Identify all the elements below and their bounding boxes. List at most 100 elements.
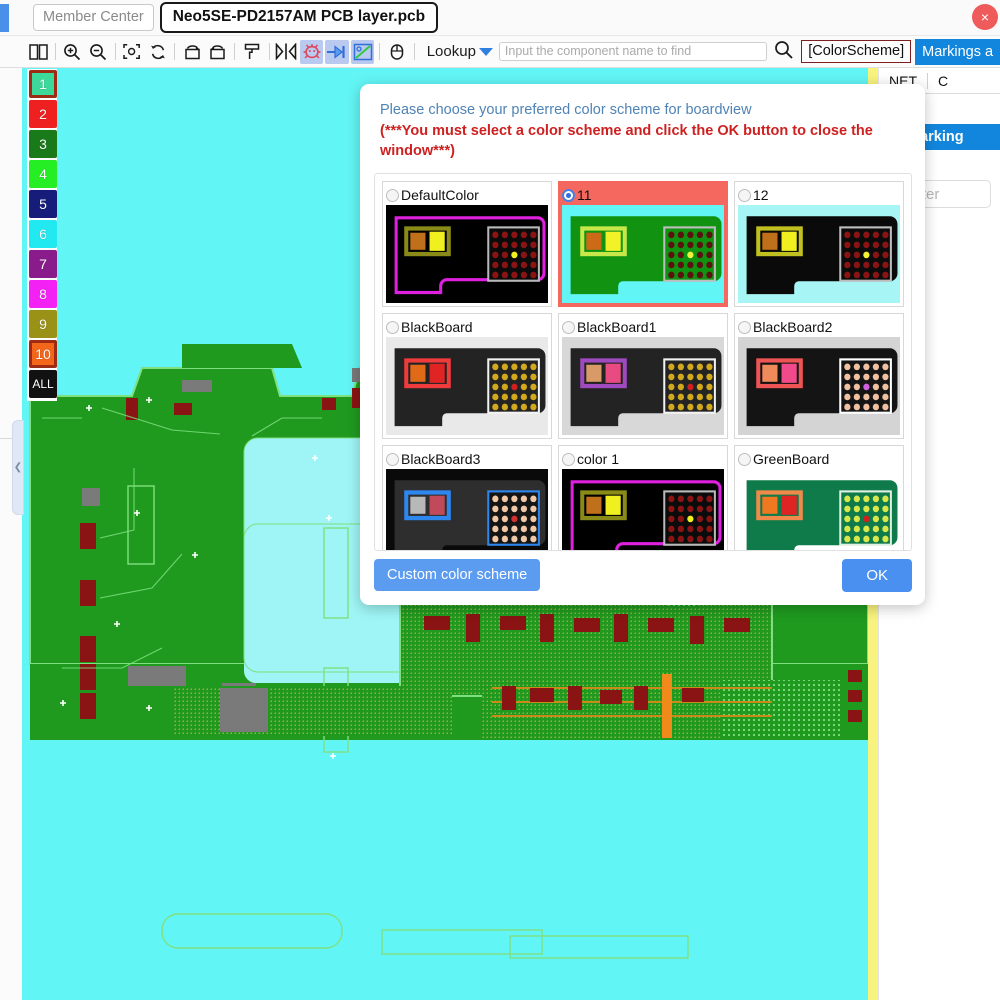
- color-scheme-option-11[interactable]: 11: [558, 181, 728, 308]
- color-scheme-label: BlackBoard1: [577, 319, 657, 336]
- layer-button-all[interactable]: ALL: [29, 370, 57, 398]
- tab-member-center[interactable]: Member Center: [33, 4, 154, 31]
- layer-button-label: 9: [39, 316, 47, 332]
- color-scheme-option-blackboard[interactable]: BlackBoard: [382, 313, 552, 440]
- color-scheme-preview: [738, 469, 900, 550]
- layer-button-label: 6: [39, 226, 47, 242]
- chevron-down-icon[interactable]: [478, 47, 493, 56]
- layer-button-label: 4: [39, 166, 47, 182]
- dialog-footer: Custom color scheme OK: [374, 555, 912, 595]
- mouse-icon[interactable]: [385, 40, 408, 64]
- color-scheme-label: BlackBoard: [401, 319, 473, 336]
- layer-button-label: 8: [39, 286, 47, 302]
- layer-button-7[interactable]: 7: [29, 250, 57, 278]
- zoom-out-icon[interactable]: [86, 40, 109, 64]
- rotate-right-icon[interactable]: [206, 40, 229, 64]
- custom-color-scheme-button[interactable]: Custom color scheme: [374, 559, 541, 591]
- close-icon[interactable]: ×: [972, 4, 998, 30]
- left-gutter: [0, 68, 22, 1000]
- layer-button-label: ALL: [32, 377, 54, 391]
- color-scheme-preview: [562, 205, 724, 304]
- color-scheme-option-blackboard2[interactable]: BlackBoard2: [734, 313, 904, 440]
- dialog-title: Please choose your preferred color schem…: [380, 102, 752, 118]
- toolbar-divider: [234, 43, 236, 60]
- color-scheme-preview: [386, 337, 548, 436]
- layer-button-9[interactable]: 9: [29, 310, 57, 338]
- search-input[interactable]: Input the component name to find: [498, 42, 768, 61]
- radio-button[interactable]: [386, 452, 399, 466]
- measure-icon[interactable]: [350, 39, 375, 64]
- radio-button[interactable]: [386, 188, 399, 202]
- radio-button[interactable]: [562, 452, 575, 466]
- color-scheme-grid: DefaultColor 11 12 BlackBoard BlackBoard1 Bla…: [374, 173, 912, 551]
- color-scheme-label: GreenBoard: [753, 451, 830, 468]
- layer-button-label: 1: [39, 76, 47, 92]
- toolbar-divider: [114, 43, 116, 60]
- color-scheme-option-greenboard[interactable]: GreenBoard: [734, 445, 904, 550]
- fit-to-screen-icon[interactable]: [120, 40, 143, 64]
- color-scheme-preview: [562, 469, 724, 550]
- window-edge-accent: [0, 4, 9, 32]
- tab-active-file[interactable]: Neo5SE-PD2157AM PCB layer.pcb: [159, 2, 439, 33]
- paint-roller-icon[interactable]: [240, 40, 263, 64]
- radio-button[interactable]: [738, 320, 751, 334]
- toolbar-divider: [379, 43, 381, 60]
- layer-button-1[interactable]: 1: [29, 70, 57, 98]
- color-scheme-option-blackboard1[interactable]: BlackBoard1: [558, 313, 728, 440]
- layer-button-label: 5: [39, 196, 47, 212]
- color-scheme-preview: [386, 469, 548, 550]
- radio-button[interactable]: [386, 320, 399, 334]
- zoom-in-icon[interactable]: [61, 40, 84, 64]
- color-scheme-option-12[interactable]: 12: [734, 181, 904, 308]
- toolbar-divider: [268, 43, 270, 60]
- colorscheme-button[interactable]: [ColorScheme]: [801, 40, 912, 63]
- color-scheme-option-defaultcolor[interactable]: DefaultColor: [382, 181, 552, 308]
- layer-toolbar: 1 2 3 4 5 6 7 8 9 10 ALL: [27, 69, 57, 401]
- mirror-flip-icon[interactable]: [275, 40, 298, 64]
- color-scheme-option-color-1[interactable]: color 1: [558, 445, 728, 550]
- color-scheme-label: 12: [753, 187, 769, 203]
- color-scheme-label: BlackBoard3: [401, 451, 481, 468]
- panel-collapse-handle[interactable]: ❮: [12, 420, 24, 515]
- tab-c[interactable]: C: [928, 68, 958, 94]
- layer-button-label: 3: [39, 136, 47, 152]
- radio-button[interactable]: [738, 188, 751, 202]
- lookup-label[interactable]: Lookup: [427, 43, 476, 60]
- color-scheme-option-blackboard3[interactable]: BlackBoard3: [382, 445, 552, 550]
- split-view-icon[interactable]: [26, 40, 49, 64]
- ok-button[interactable]: OK: [842, 558, 912, 592]
- bug-icon[interactable]: [300, 39, 324, 64]
- toolbar: Lookup Input the component name to find …: [0, 36, 1000, 68]
- radio-button[interactable]: [738, 452, 751, 466]
- radio-button[interactable]: [562, 188, 575, 202]
- color-scheme-label: DefaultColor: [401, 187, 479, 203]
- color-scheme-label: color 1: [577, 451, 620, 468]
- layer-button-6[interactable]: 6: [29, 220, 57, 248]
- color-scheme-preview: [738, 205, 900, 304]
- rotate-left-icon[interactable]: [180, 40, 203, 64]
- color-scheme-preview: [562, 337, 724, 436]
- play-marker-icon[interactable]: [325, 39, 349, 64]
- color-scheme-label: 11: [577, 187, 592, 203]
- markings-button[interactable]: Markings a: [915, 38, 1000, 65]
- color-scheme-dialog: Please choose your preferred color schem…: [360, 84, 925, 605]
- top-bar: Member Center Neo5SE-PD2157AM PCB layer.…: [0, 0, 1000, 36]
- toolbar-divider: [413, 43, 415, 60]
- layer-button-5[interactable]: 5: [29, 190, 57, 218]
- search-icon[interactable]: [774, 40, 793, 64]
- layer-button-3[interactable]: 3: [29, 130, 57, 158]
- refresh-icon[interactable]: [146, 40, 169, 64]
- dialog-warning: (***You must select a color scheme and c…: [380, 123, 873, 159]
- toolbar-divider: [174, 43, 176, 60]
- color-scheme-preview: [386, 205, 548, 304]
- layer-button-10[interactable]: 10: [29, 340, 57, 368]
- layer-button-8[interactable]: 8: [29, 280, 57, 308]
- layer-button-label: 10: [35, 346, 51, 362]
- layer-button-2[interactable]: 2: [29, 100, 57, 128]
- layer-button-4[interactable]: 4: [29, 160, 57, 188]
- radio-button[interactable]: [562, 320, 575, 334]
- toolbar-divider: [54, 43, 56, 60]
- color-scheme-preview: [738, 337, 900, 436]
- color-scheme-label: BlackBoard2: [753, 319, 833, 336]
- layer-button-label: 7: [39, 256, 47, 272]
